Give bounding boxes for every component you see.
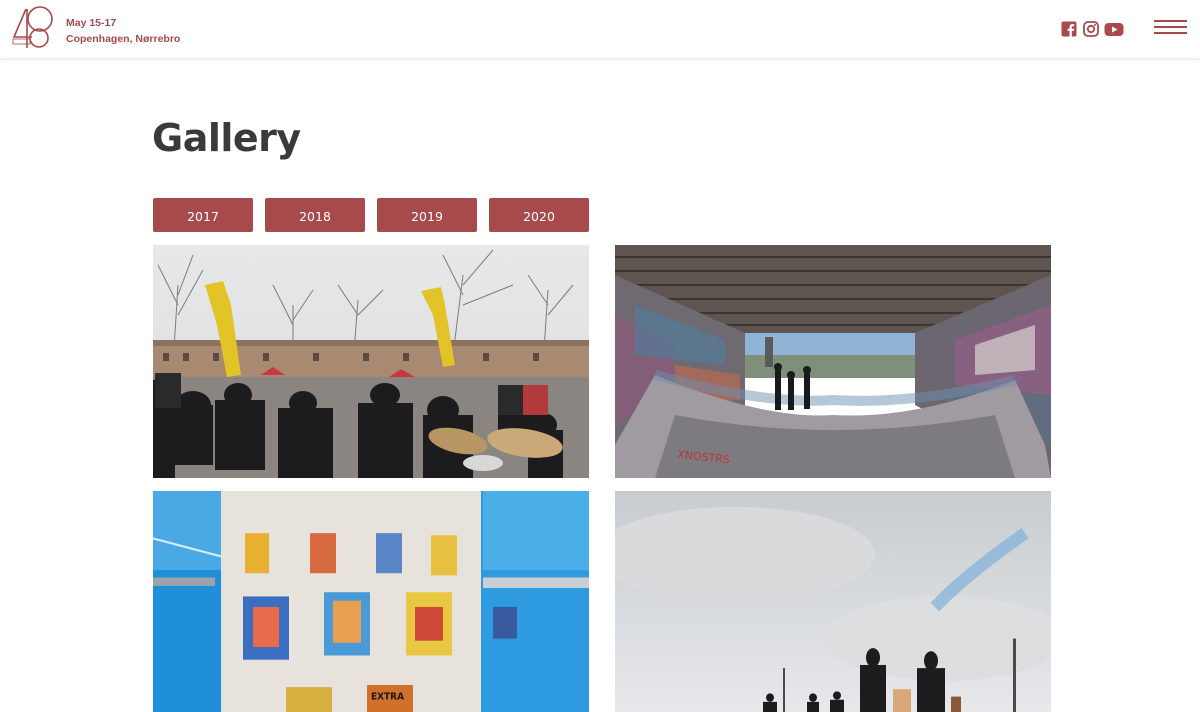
youtube-link[interactable] xyxy=(1104,21,1124,42)
youtube-icon xyxy=(1104,23,1124,36)
event-info: May 15-17 Copenhagen, Nørrebro xyxy=(66,15,180,47)
year-button-2017[interactable]: 2017 xyxy=(153,198,253,232)
skatepark-photo: XNOSTRS xyxy=(615,245,1051,478)
year-button-2018[interactable]: 2018 xyxy=(265,198,365,232)
event-location: Copenhagen, Nørrebro xyxy=(66,33,181,45)
facebook-link[interactable] xyxy=(1061,21,1077,42)
hamburger-line xyxy=(1154,32,1187,34)
crowd-sky-photo xyxy=(615,491,1051,712)
hamburger-line xyxy=(1154,26,1187,28)
gallery-photo-concert[interactable] xyxy=(153,245,589,478)
year-button-2019[interactable]: 2019 xyxy=(377,198,477,232)
year-button-2020[interactable]: 2020 xyxy=(489,198,589,232)
gallery-photo-crowd[interactable] xyxy=(615,491,1051,712)
concert-photo xyxy=(153,245,589,478)
hamburger-line xyxy=(1154,20,1187,22)
gallery-photo-skatepark[interactable]: XNOSTRS xyxy=(615,245,1051,478)
site-logo[interactable] xyxy=(10,5,56,49)
instagram-icon xyxy=(1083,21,1099,37)
hamburger-menu-button[interactable] xyxy=(1154,20,1188,38)
gallery-photo-posters[interactable]: EXTRA xyxy=(153,491,589,712)
facebook-icon xyxy=(1061,21,1077,37)
poster-exhibition-photo: EXTRA xyxy=(153,491,589,712)
event-date: May 15-17 xyxy=(66,17,117,29)
logo-48-icon xyxy=(12,6,53,48)
instagram-link[interactable] xyxy=(1083,21,1099,42)
svg-text:EXTRA: EXTRA xyxy=(371,692,405,703)
page-title: Gallery xyxy=(152,116,301,160)
site-header: May 15-17 Copenhagen, Nørrebro xyxy=(0,0,1200,58)
